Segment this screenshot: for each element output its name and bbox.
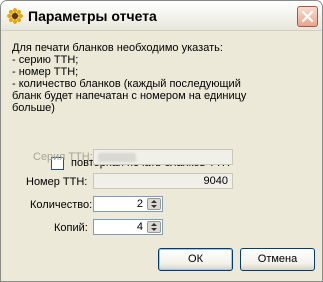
quantity-stepper[interactable]: 2 — [93, 196, 163, 212]
quantity-spin-buttons[interactable] — [147, 198, 161, 210]
instruction-line: - серию ТТН; — [12, 54, 79, 66]
spin-down-icon[interactable] — [151, 205, 157, 208]
instruction-line: бланк будет напечатан с номером на едини… — [12, 90, 247, 102]
close-button[interactable] — [297, 6, 318, 27]
number-value: 9040 — [203, 175, 228, 187]
copies-spin-buttons[interactable] — [147, 221, 161, 233]
ok-button[interactable]: ОК — [158, 248, 233, 271]
quantity-value: 2 — [136, 198, 143, 210]
number-label: Номер ТТН: — [26, 176, 88, 188]
series-value-redacted — [98, 153, 136, 162]
copies-stepper[interactable]: 4 — [93, 219, 163, 235]
quantity-label: Количество: — [30, 199, 93, 211]
report-parameters-dialog: Параметры отчета Для печати бланков необ… — [0, 0, 323, 282]
series-field[interactable] — [93, 149, 233, 165]
spin-down-icon[interactable] — [151, 228, 157, 231]
spin-up-icon[interactable] — [151, 223, 157, 226]
window-title: Параметры отчета — [28, 8, 157, 24]
copies-label: Копий: — [54, 222, 88, 234]
close-icon — [301, 10, 314, 23]
instruction-line: - количество бланков (каждый последующий — [12, 78, 241, 90]
cancel-button[interactable]: Отмена — [240, 248, 315, 271]
spin-up-icon[interactable] — [151, 200, 157, 203]
instruction-line: больше) — [12, 102, 55, 114]
copies-value: 4 — [136, 221, 143, 233]
instructions-text: Для печати бланков необходимо указать: -… — [12, 42, 312, 114]
sunflower-icon — [7, 8, 23, 24]
number-field[interactable]: 9040 — [93, 173, 233, 189]
title-bar[interactable]: Параметры отчета — [1, 1, 322, 31]
instruction-line: Для печати бланков необходимо указать: — [12, 42, 223, 54]
series-label: Серия ТТН: — [33, 151, 93, 163]
instruction-line: - номер ТТН; — [12, 66, 79, 78]
